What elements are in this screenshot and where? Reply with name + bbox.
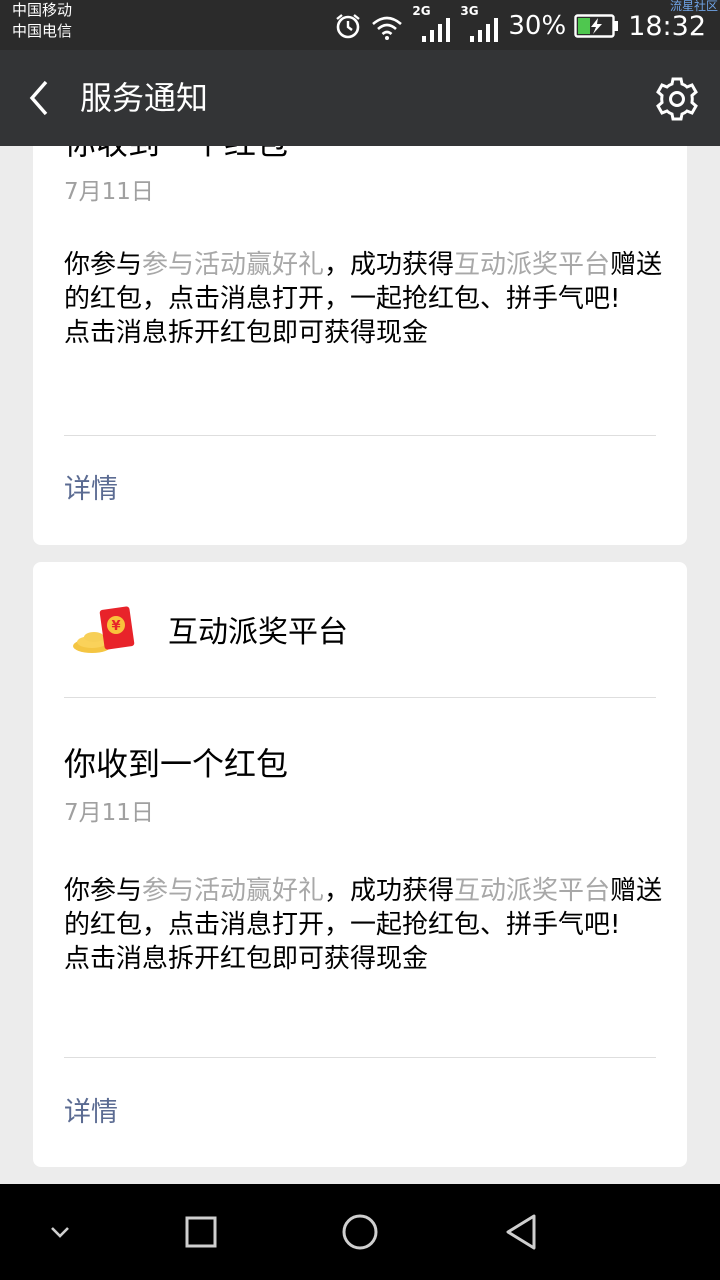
platform-link: 互动派奖平台	[454, 876, 611, 906]
platform-link: 互动派奖平台	[454, 250, 611, 280]
page-title: 服务通知	[80, 79, 209, 117]
signal-icon	[422, 18, 451, 42]
settings-button[interactable]	[654, 76, 700, 122]
message-date: 7月11日	[64, 179, 154, 205]
body-text: ，成功获得	[324, 876, 455, 906]
activity-link: 参与活动赢好礼	[142, 876, 325, 906]
message-card[interactable]: 你收到一个红包 7月11日 你参与参与活动赢好礼，成功获得互动派奖平台赠送的红包…	[33, 146, 687, 545]
navigation-bar	[0, 1184, 720, 1280]
system-back-button[interactable]	[473, 1184, 569, 1280]
red-envelope-logo-icon: ¥	[73, 606, 135, 653]
body-text: 你参与	[64, 876, 143, 906]
clock: 18:32	[628, 10, 706, 42]
status-bar: 中国移动 中国电信 流星社区 2G 3G 30% 18:32	[0, 0, 720, 50]
battery-charging-icon	[574, 14, 619, 38]
home-icon	[342, 1214, 378, 1250]
divider	[64, 1057, 656, 1058]
gear-icon	[656, 77, 698, 121]
message-title: 你收到一个红包	[64, 745, 289, 783]
hide-nav-button[interactable]	[12, 1184, 108, 1280]
alarm-icon	[336, 14, 361, 39]
source-name: 互动派奖平台	[168, 615, 348, 650]
body-text-line2: 点击消息拆开红包即可获得现金	[64, 318, 429, 348]
message-list[interactable]: 你收到一个红包 7月11日 你参与参与活动赢好礼，成功获得互动派奖平台赠送的红包…	[0, 146, 720, 1184]
message-date: 7月11日	[64, 800, 154, 826]
card-header: ¥ 互动派奖平台	[64, 562, 656, 698]
signal-icon	[470, 18, 499, 42]
svg-text:¥: ¥	[111, 619, 120, 634]
details-link[interactable]: 详情	[64, 1090, 118, 1129]
carrier-1: 中国移动	[12, 1, 73, 19]
status-icons: 2G 3G 30% 18:32	[334, 4, 706, 44]
back-button[interactable]	[20, 78, 60, 118]
divider	[64, 435, 656, 436]
body-text-line2: 点击消息拆开红包即可获得现金	[64, 944, 429, 974]
signal-3g: 3G	[460, 4, 500, 44]
body-text: 你参与	[64, 250, 143, 280]
recent-apps-icon	[185, 1216, 217, 1248]
back-triangle-icon	[506, 1214, 536, 1250]
body-text: ，成功获得	[324, 250, 455, 280]
message-body: 你参与参与活动赢好礼，成功获得互动派奖平台赠送的红包，点击消息打开，一起抢红包、…	[64, 874, 664, 976]
details-link[interactable]: 详情	[64, 467, 118, 506]
message-title: 你收到一个红包	[64, 146, 288, 163]
home-button[interactable]	[312, 1184, 408, 1280]
back-arrow-icon	[29, 80, 48, 116]
carrier-2: 中国电信	[12, 22, 73, 40]
wifi-icon	[372, 16, 403, 40]
recent-apps-button[interactable]	[153, 1184, 249, 1280]
battery-percent: 30%	[508, 11, 567, 41]
signal-2g: 2G	[412, 4, 452, 44]
activity-link: 参与活动赢好礼	[142, 250, 325, 280]
message-card[interactable]: ¥ 互动派奖平台 你收到一个红包 7月11日 你参与参与活动赢好礼，成功获得互动…	[33, 562, 687, 1167]
message-body: 你参与参与活动赢好礼，成功获得互动派奖平台赠送的红包，点击消息打开，一起抢红包、…	[64, 248, 664, 350]
chevron-down-icon	[51, 1227, 69, 1238]
title-bar: 服务通知	[0, 50, 720, 146]
carrier-info: 中国移动 中国电信	[12, 0, 72, 42]
